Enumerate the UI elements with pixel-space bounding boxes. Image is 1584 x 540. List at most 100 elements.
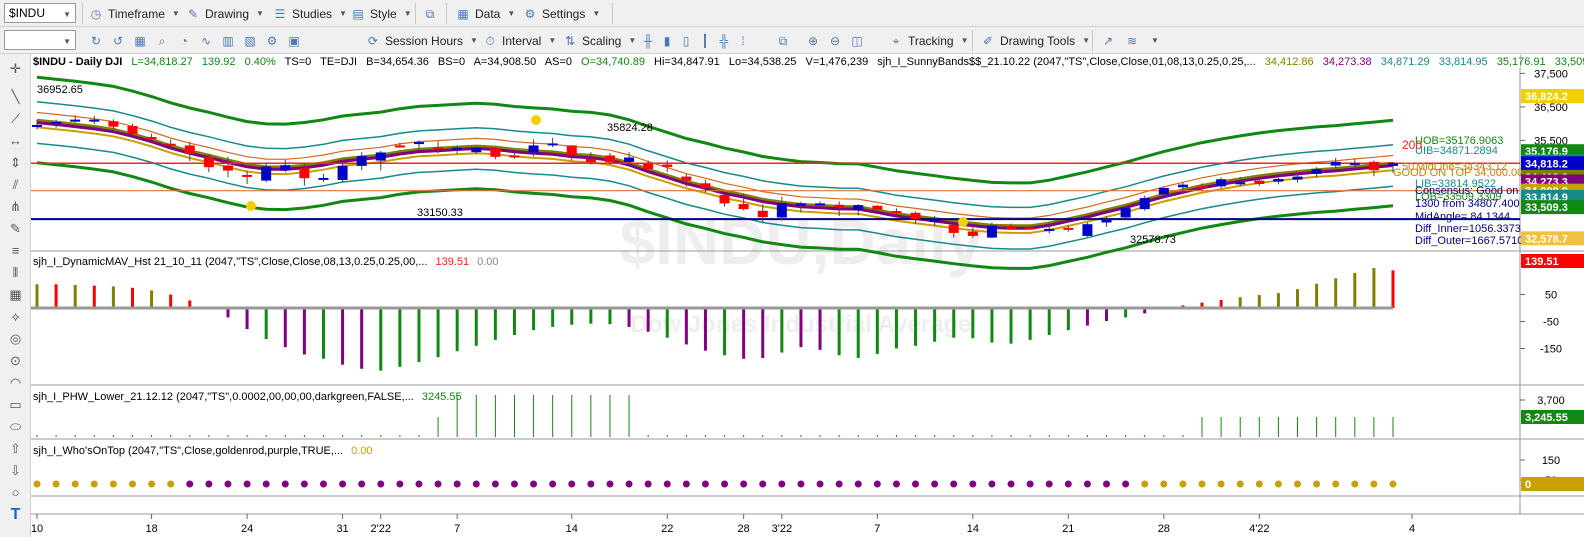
candle-up[interactable]: [51, 121, 62, 124]
candle-up[interactable]: [1292, 176, 1303, 180]
network-icon[interactable]: ⚙: [264, 33, 280, 49]
candle-down[interactable]: [433, 147, 444, 150]
zoom-out-icon[interactable]: ⊖: [827, 33, 843, 49]
candle-up[interactable]: [853, 205, 864, 211]
candle-down[interactable]: [127, 125, 138, 135]
candle-down[interactable]: [203, 156, 214, 168]
drawing-button[interactable]: ✎ Drawing ▼: [185, 4, 264, 23]
candle-up[interactable]: [795, 203, 806, 206]
candle-up[interactable]: [624, 157, 635, 162]
style-button[interactable]: ▤ Style ▼: [350, 4, 411, 23]
chart-area[interactable]: $INDU,Daily Dow Jones Industrial Average…: [31, 54, 1584, 537]
format-icon[interactable]: ▣: [286, 33, 302, 49]
interval-button[interactable]: ⏱ Interval ▼: [482, 31, 556, 50]
candle-down[interactable]: [643, 163, 654, 169]
magnifier-icon[interactable]: ⌕: [154, 33, 170, 49]
candle-up[interactable]: [1349, 162, 1360, 165]
symbol-combo[interactable]: $INDU ▼: [4, 3, 76, 23]
arc-tool-icon[interactable]: ◠: [7, 374, 24, 391]
analysis-icon[interactable]: ≋: [1124, 33, 1140, 49]
candle-up[interactable]: [280, 165, 291, 171]
ellipse-tool-icon[interactable]: ⬭: [7, 418, 24, 435]
candle-up[interactable]: [1082, 224, 1093, 236]
candle-down[interactable]: [490, 148, 501, 157]
candle-up[interactable]: [528, 145, 539, 153]
candle-down[interactable]: [967, 231, 978, 236]
chart-svg[interactable]: $INDU,Daily Dow Jones Industrial Average…: [31, 54, 1584, 537]
text-tool-icon[interactable]: T: [7, 506, 24, 523]
candle-down[interactable]: [394, 145, 405, 148]
candle-down[interactable]: [184, 145, 195, 154]
cycle-tool-icon[interactable]: ⊙: [7, 352, 24, 369]
candle-down[interactable]: [948, 224, 959, 233]
candle-down[interactable]: [108, 121, 119, 127]
candle-up[interactable]: [413, 142, 424, 145]
candle-down[interactable]: [604, 155, 615, 163]
ohlc-bar-icon[interactable]: ╫: [640, 33, 656, 49]
pen-tool-icon[interactable]: ✎: [7, 220, 24, 237]
candle-down[interactable]: [662, 164, 673, 167]
fib-tool-icon[interactable]: ≡: [7, 242, 24, 259]
candle-down[interactable]: [834, 204, 845, 208]
candle-up[interactable]: [1311, 169, 1322, 174]
gauge-icon[interactable]: ◔: [176, 33, 192, 49]
volume-icon[interactable]: ┃: [697, 33, 713, 49]
candle-up[interactable]: [356, 156, 367, 166]
candle-down[interactable]: [681, 176, 692, 181]
candle-up[interactable]: [89, 119, 100, 122]
chart-type-icon[interactable]: ▧: [242, 33, 258, 49]
candle-down[interactable]: [700, 183, 711, 188]
candle-up[interactable]: [815, 203, 826, 206]
candle-up[interactable]: [261, 166, 272, 181]
candle-down[interactable]: [719, 195, 730, 204]
tracking-button[interactable]: ⌖ Tracking ▼: [888, 31, 969, 50]
rectangle-tool-icon[interactable]: ▭: [7, 396, 24, 413]
bars-tool-icon[interactable]: ⦀: [7, 264, 24, 281]
grid-tool-icon[interactable]: ▦: [7, 286, 24, 303]
chart-bars-icon[interactable]: ▥: [220, 33, 236, 49]
candle-down[interactable]: [165, 143, 176, 146]
candle-down[interactable]: [1006, 226, 1017, 229]
candle-up[interactable]: [1120, 208, 1131, 218]
candle-down[interactable]: [1063, 227, 1074, 230]
candle-icon[interactable]: ▮: [659, 33, 675, 49]
candle-down[interactable]: [1368, 161, 1379, 171]
drawing-tools-button[interactable]: ✐ Drawing Tools ▼: [980, 31, 1090, 50]
arrow-up-icon[interactable]: ⇧: [7, 440, 24, 457]
time-axis[interactable]: 10 18 24 31 2'22 7 14 22 28 3'22 7 14 21 28 4'22 4: [31, 514, 1415, 535]
candle-up[interactable]: [337, 165, 348, 180]
candle-up[interactable]: [1101, 219, 1112, 223]
candle-down[interactable]: [757, 210, 768, 218]
candle-up[interactable]: [986, 225, 997, 238]
timeframe-button[interactable]: ◷ Timeframe ▼: [88, 4, 180, 23]
zoom-in-icon[interactable]: ⊕: [805, 33, 821, 49]
vertical-line-icon[interactable]: ⇕: [7, 154, 24, 171]
point-figure-icon[interactable]: ⁞: [735, 33, 751, 49]
link-button-2[interactable]: ⧉: [775, 31, 791, 50]
candle-up[interactable]: [1044, 228, 1055, 231]
session-hours-button[interactable]: ⟳ Session Hours ▼: [365, 31, 478, 50]
grid-icon[interactable]: ▦: [132, 33, 148, 49]
candle-down[interactable]: [1254, 180, 1265, 184]
candle-up[interactable]: [1177, 184, 1188, 188]
candle-down[interactable]: [1197, 186, 1208, 189]
candle-up[interactable]: [1139, 198, 1150, 210]
trend-icon[interactable]: ↗: [1100, 33, 1116, 49]
pitchfork-tool-icon[interactable]: ⋔: [7, 198, 24, 215]
candle-up[interactable]: [1330, 161, 1341, 166]
indicator-icon[interactable]: ∿: [198, 33, 214, 49]
speed-line-icon[interactable]: ⟡: [7, 308, 24, 325]
candle-down[interactable]: [299, 167, 310, 179]
candle-up[interactable]: [1216, 179, 1227, 187]
candle-up[interactable]: [452, 147, 463, 150]
candle-up[interactable]: [1273, 178, 1284, 182]
candle-down[interactable]: [910, 212, 921, 220]
candle-down[interactable]: [146, 137, 157, 140]
candle-down[interactable]: [1025, 227, 1036, 230]
candle-up[interactable]: [776, 203, 787, 218]
gann-tool-icon[interactable]: ◎: [7, 330, 24, 347]
candle-down[interactable]: [738, 204, 749, 210]
candle-hollow-icon[interactable]: ▯: [678, 33, 694, 49]
data-button[interactable]: ▦ Data ▼: [455, 4, 515, 23]
candle-up[interactable]: [70, 119, 81, 122]
